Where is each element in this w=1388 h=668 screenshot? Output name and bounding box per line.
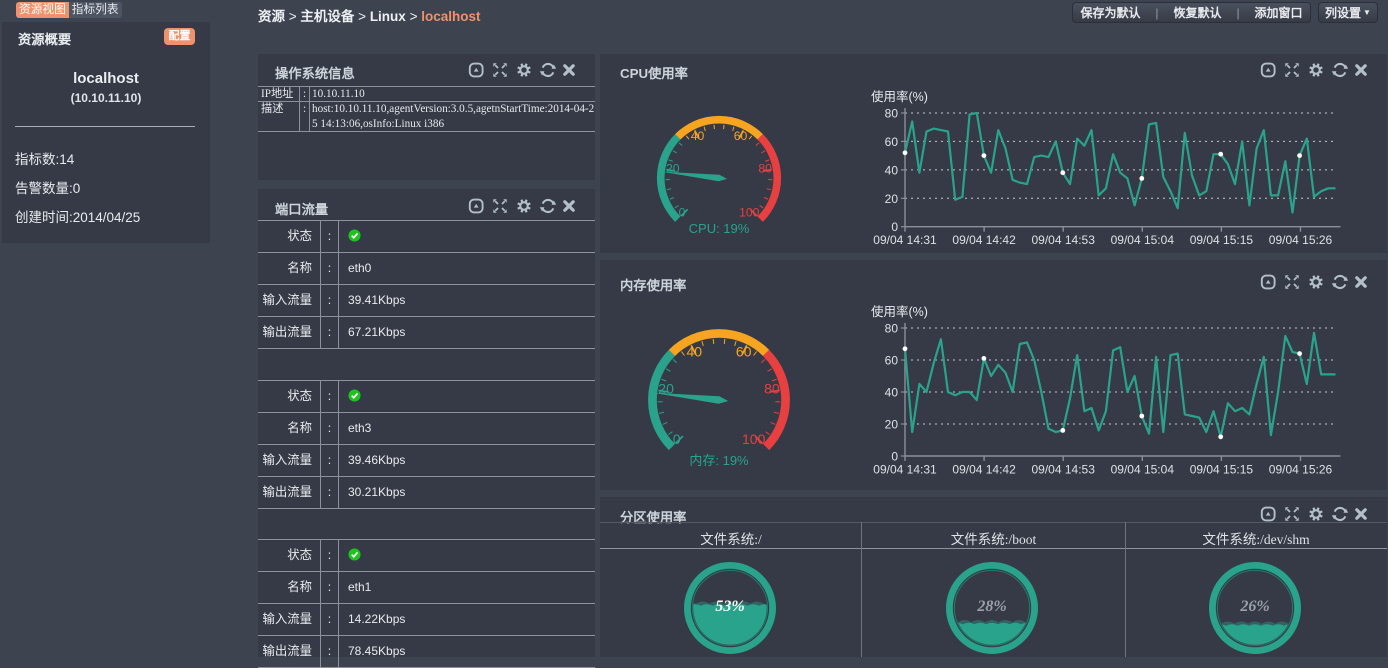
- svg-text:09/04 14:42: 09/04 14:42: [952, 462, 1016, 476]
- svg-text:09/04 14:42: 09/04 14:42: [952, 233, 1016, 247]
- svg-text:100: 100: [739, 205, 760, 219]
- svg-text:60: 60: [736, 344, 752, 360]
- svg-text:80: 80: [884, 106, 898, 120]
- svg-text:09/04 14:53: 09/04 14:53: [1031, 233, 1095, 247]
- svg-text:80: 80: [758, 161, 772, 175]
- svg-text:09/04 14:53: 09/04 14:53: [1031, 462, 1095, 476]
- svg-text:80: 80: [764, 381, 780, 397]
- svg-text:09/04 15:04: 09/04 15:04: [1110, 233, 1174, 247]
- svg-text:40: 40: [687, 344, 703, 360]
- svg-text:40: 40: [691, 129, 705, 143]
- svg-text:0: 0: [891, 220, 898, 234]
- svg-text:09/04 15:26: 09/04 15:26: [1268, 462, 1332, 476]
- svg-text:09/04 15:15: 09/04 15:15: [1189, 233, 1253, 247]
- svg-text:40: 40: [884, 385, 898, 399]
- svg-text:60: 60: [884, 135, 898, 149]
- svg-text:0: 0: [673, 431, 681, 447]
- svg-text:20: 20: [884, 417, 898, 431]
- svg-text:09/04 15:04: 09/04 15:04: [1110, 462, 1174, 476]
- svg-text:100: 100: [742, 431, 766, 447]
- svg-text:0: 0: [679, 205, 686, 219]
- svg-text:20: 20: [884, 191, 898, 205]
- svg-text:60: 60: [884, 353, 898, 367]
- svg-text:80: 80: [884, 321, 898, 335]
- svg-text:60: 60: [734, 129, 748, 143]
- svg-text:09/04 14:31: 09/04 14:31: [873, 233, 937, 247]
- svg-text:40: 40: [884, 163, 898, 177]
- svg-text:09/04 15:26: 09/04 15:26: [1268, 233, 1332, 247]
- svg-text:09/04 14:31: 09/04 14:31: [873, 462, 937, 476]
- svg-text:09/04 15:15: 09/04 15:15: [1189, 462, 1253, 476]
- svg-text:0: 0: [891, 449, 898, 463]
